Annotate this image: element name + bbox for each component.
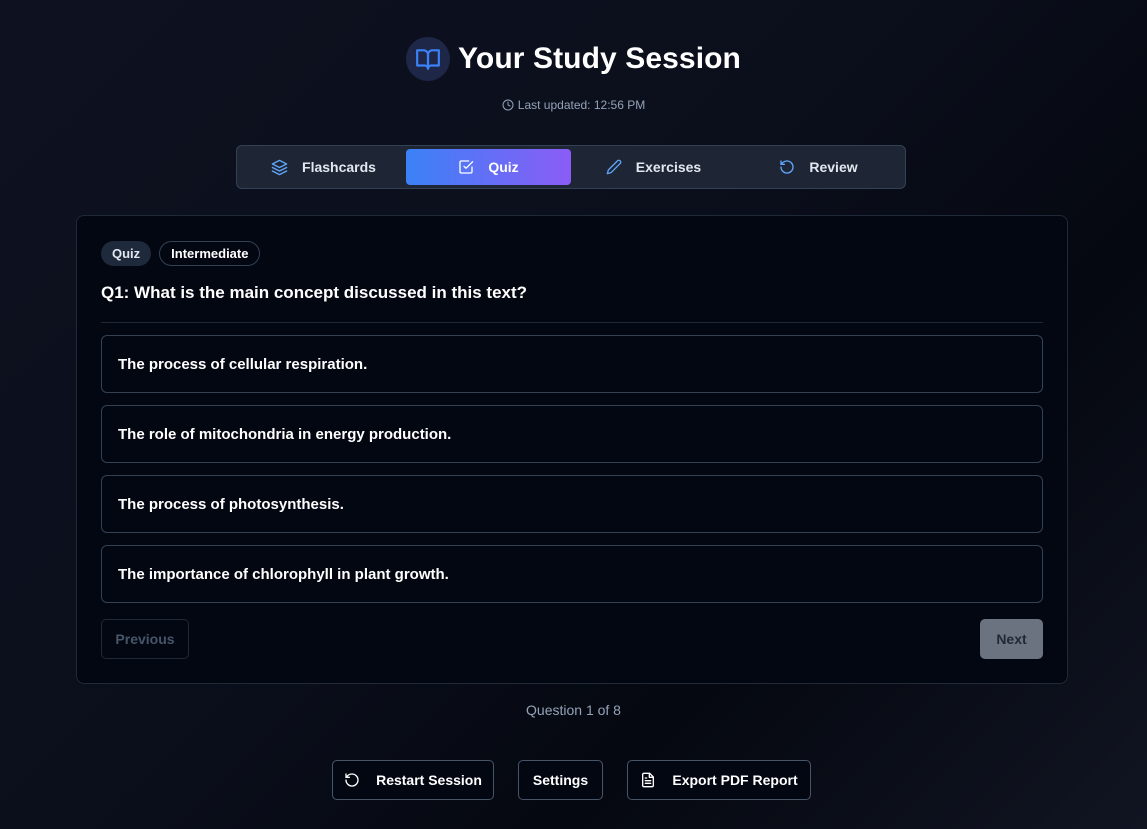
rotate-icon xyxy=(780,160,795,174)
checkbox-icon xyxy=(459,160,474,174)
document-icon xyxy=(642,772,655,788)
tab-label: Quiz xyxy=(488,159,519,175)
option-label: The role of mitochondria in energy produ… xyxy=(118,425,452,443)
restart-session-button[interactable]: Restart Session xyxy=(332,760,494,800)
question-text: Q1: What is the main concept discussed i… xyxy=(101,283,528,302)
tab-label: Review xyxy=(809,159,858,175)
question-counter: Question 1 of 8 xyxy=(526,702,621,718)
divider xyxy=(101,322,1043,323)
settings-button[interactable]: Settings xyxy=(518,760,603,800)
tab-quiz[interactable]: Quiz xyxy=(406,149,571,185)
option-label: The process of cellular respiration. xyxy=(118,355,368,373)
last-updated-text: Last updated: 12:56 PM xyxy=(517,98,646,112)
page-title: Your Study Session xyxy=(458,42,741,75)
tab-label: Exercises xyxy=(635,159,702,175)
tab-exercises[interactable]: Exercises xyxy=(571,149,736,185)
answer-option[interactable]: The process of cellular respiration. xyxy=(101,335,1043,393)
tab-review[interactable]: Review xyxy=(736,149,901,185)
layers-icon xyxy=(271,159,288,175)
clock-icon xyxy=(502,99,514,111)
mode-tabs: Flashcards Quiz Exercises Review xyxy=(236,145,906,189)
quiz-card: Quiz Intermediate Q1: What is the main c… xyxy=(76,215,1068,684)
last-updated: Last updated: 12:56 PM xyxy=(0,98,1147,112)
type-badge: Quiz xyxy=(101,241,152,266)
answer-option[interactable]: The process of photosynthesis. xyxy=(101,475,1043,533)
tab-flashcards[interactable]: Flashcards xyxy=(241,149,406,185)
open-book-icon xyxy=(406,37,451,81)
answer-option[interactable]: The importance of chlorophyll in plant g… xyxy=(101,545,1043,603)
export-label: Export PDF Report xyxy=(672,772,798,788)
restart-icon xyxy=(345,773,359,787)
export-pdf-button[interactable]: Export PDF Report xyxy=(627,760,811,800)
pencil-icon xyxy=(606,159,622,175)
next-button[interactable]: Next xyxy=(980,619,1043,659)
tab-label: Flashcards xyxy=(302,159,376,175)
page-header: Your Study Session xyxy=(0,37,1147,81)
badge-row: Quiz Intermediate xyxy=(101,241,261,266)
answer-option[interactable]: The role of mitochondria in energy produ… xyxy=(101,405,1043,463)
restart-label: Restart Session xyxy=(376,772,482,788)
option-label: The importance of chlorophyll in plant g… xyxy=(118,565,449,583)
option-label: The process of photosynthesis. xyxy=(118,495,344,513)
difficulty-badge: Intermediate xyxy=(159,241,261,266)
previous-button[interactable]: Previous xyxy=(101,619,189,659)
